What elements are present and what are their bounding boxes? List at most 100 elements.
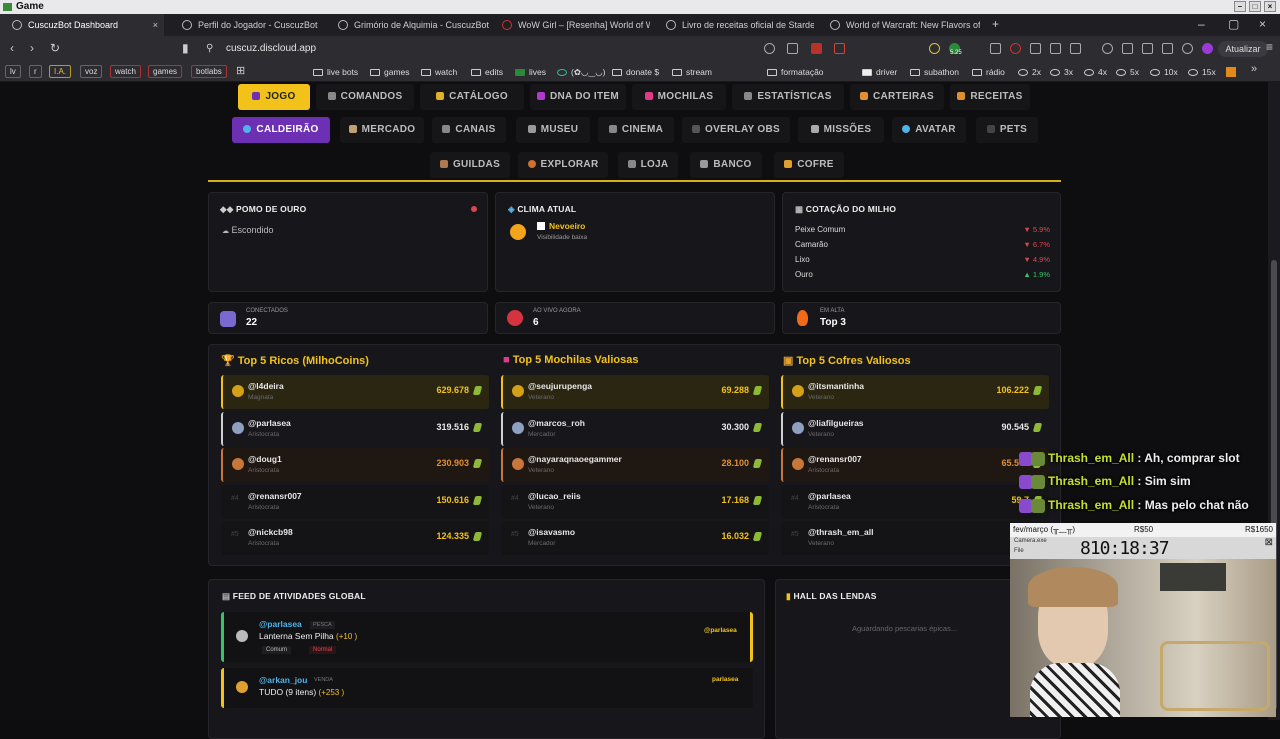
wallet-icon[interactable]: [1182, 43, 1193, 54]
profile-icon[interactable]: [1202, 43, 1213, 54]
bookmark-item[interactable]: live bots: [313, 65, 358, 79]
bookmark-chip[interactable]: games: [148, 65, 183, 78]
site-info-icon[interactable]: ⚲: [206, 43, 213, 54]
bookmark-item[interactable]: [1226, 67, 1236, 77]
bookmark-item[interactable]: subathon: [910, 65, 959, 79]
nav-banco[interactable]: BANCO: [690, 152, 762, 178]
nav-guildas[interactable]: GUILDAS: [430, 152, 510, 178]
extension-icon[interactable]: [1070, 43, 1081, 54]
bookmark-item[interactable]: 2x: [1018, 65, 1041, 79]
feed-item[interactable]: @parlasea PESCA Lanterna Sem Pilha (+10 …: [221, 612, 753, 662]
nav-receitas[interactable]: RECEITAS: [950, 84, 1030, 110]
leaderboard-row[interactable]: #5@thrash_em_allVeterano5: [781, 521, 1049, 555]
extension-icon[interactable]: [1030, 43, 1041, 54]
bookmark-item[interactable]: stream: [672, 65, 712, 79]
bookmark-item[interactable]: edits: [471, 65, 503, 79]
tab-grimorio[interactable]: Grimório de Alquimia - CuscuzBot: [326, 14, 491, 36]
bookmark-item[interactable]: games: [370, 65, 410, 79]
brave-shield-icon[interactable]: [811, 43, 822, 54]
feed-item[interactable]: @arkan_jou VENDA TUDO (9 itens) (+253 ) …: [221, 668, 753, 708]
tab-wow-flavors[interactable]: World of Warcraft: New Flavors of A: [818, 14, 980, 36]
bookmark-item[interactable]: watch: [421, 65, 457, 79]
apps-grid-icon[interactable]: ⊞: [236, 64, 245, 77]
bookmark-item[interactable]: 10x: [1150, 65, 1178, 79]
leaderboard-row[interactable]: @liafilgueiras Veterano 90.545: [781, 411, 1049, 446]
rewards-icon[interactable]: [834, 43, 845, 54]
nav-catalogo[interactable]: CATÁLOGO: [420, 84, 524, 110]
extension-icon[interactable]: [1162, 43, 1173, 54]
update-button[interactable]: Atualizar: [1218, 41, 1268, 57]
url-field[interactable]: cuscuz.discloud.app: [226, 43, 316, 54]
nav-estatisticas[interactable]: ESTATÍSTICAS: [732, 84, 844, 110]
nav-overlay-obs[interactable]: OVERLAY OBS: [682, 117, 790, 143]
nav-carteiras[interactable]: CARTEIRAS: [850, 84, 944, 110]
leaderboard-row[interactable]: @marcos_roh Mercador 30.300: [501, 411, 769, 446]
bookmark-chip[interactable]: r: [29, 65, 42, 78]
nav-jogo[interactable]: JOGO: [238, 84, 310, 110]
reload-icon[interactable]: ↻: [50, 41, 60, 55]
bookmark-item[interactable]: rádio: [972, 65, 1005, 79]
record-icon[interactable]: [1010, 43, 1021, 54]
maximize-icon[interactable]: □: [1249, 1, 1261, 12]
bookmark-item[interactable]: 3x: [1050, 65, 1073, 79]
extension-icon[interactable]: [990, 43, 1001, 54]
minimize-icon[interactable]: –: [1234, 1, 1246, 12]
bookmark-item[interactable]: donate $: [612, 65, 659, 79]
nav-dna-item[interactable]: DNA DO ITEM: [530, 84, 626, 110]
more-bookmarks-icon[interactable]: »: [1251, 63, 1257, 75]
leaderboard-row[interactable]: @doug1 Aristocrata 230.903: [221, 448, 489, 482]
nav-explorar[interactable]: EXPLORAR: [518, 152, 608, 178]
music-icon[interactable]: [1102, 43, 1113, 54]
nav-caldeirao[interactable]: CALDEIRÃO: [232, 117, 330, 143]
minimize-icon[interactable]: –: [1198, 17, 1205, 31]
bookmark-item[interactable]: formatação: [767, 65, 824, 79]
bookmark-item[interactable]: driver: [862, 65, 897, 79]
nav-mercado[interactable]: MERCADO: [340, 117, 424, 143]
nav-pets[interactable]: PETS: [976, 117, 1038, 143]
extension-icon[interactable]: [1050, 43, 1061, 54]
nav-comandos[interactable]: COMANDOS: [316, 84, 414, 110]
new-tab-icon[interactable]: +: [992, 17, 999, 31]
nav-canais[interactable]: CANAIS: [432, 117, 506, 143]
leaderboard-row[interactable]: #5 @isavasmo Mercador 16.032: [501, 521, 769, 555]
tab-wow-girl[interactable]: WoW Girl – [Resenha] World of Warc: [490, 14, 650, 36]
bookmark-item[interactable]: 5x: [1116, 65, 1139, 79]
leaderboard-row[interactable]: @renansr007 Aristocrata 65.500: [781, 448, 1049, 482]
close-icon[interactable]: ×: [1259, 17, 1266, 31]
back-icon[interactable]: ‹: [10, 41, 14, 55]
bookmark-item[interactable]: lives: [515, 65, 546, 79]
menu-icon[interactable]: ≡: [1266, 40, 1273, 54]
leaderboard-row[interactable]: #5 @nickcb98 Aristocrata 124.335: [221, 521, 489, 555]
close-icon[interactable]: ⊠: [1265, 537, 1273, 548]
bookmark-item[interactable]: 15x: [1188, 65, 1216, 79]
leaderboard-row[interactable]: @seujurupenga Veterano 69.288: [501, 375, 769, 409]
feed-user[interactable]: @parlasea: [259, 619, 302, 629]
nav-loja[interactable]: LOJA: [618, 152, 678, 178]
bookmark-chip[interactable]: lv: [5, 65, 21, 78]
camera-menu-file[interactable]: File: [1014, 548, 1024, 554]
sidebar-icon[interactable]: [1122, 43, 1133, 54]
forward-icon[interactable]: ›: [30, 41, 34, 55]
bookmark-chip[interactable]: voz: [80, 65, 103, 78]
leaderboard-row[interactable]: @itsmantinha Veterano 106.222: [781, 375, 1049, 409]
bookmark-item[interactable]: 4x: [1084, 65, 1107, 79]
feed-user[interactable]: @arkan_jou: [259, 675, 307, 685]
extension-icon[interactable]: [929, 43, 940, 54]
bookmark-chip[interactable]: I.A.: [49, 65, 72, 78]
bookmark-icon[interactable]: ▮: [182, 41, 189, 55]
nav-avatar[interactable]: AVATAR: [892, 117, 966, 143]
tab-stardew[interactable]: Livro de receitas oficial de Stardew V: [654, 14, 814, 36]
leaderboard-row[interactable]: #4 @lucao_reiis Veterano 17.168: [501, 484, 769, 519]
bookmark-chip[interactable]: watch: [110, 65, 141, 78]
leaderboard-row[interactable]: #4@parlaseaAristocrata59.7: [781, 484, 1049, 519]
tab-cuscuzbot-dashboard[interactable]: CuscuzBot Dashboard ×: [0, 14, 164, 36]
bookmark-item[interactable]: (✿◡‿◡): [557, 65, 605, 79]
nav-missoes[interactable]: MISSÕES: [798, 117, 884, 143]
zoom-icon[interactable]: [764, 43, 775, 54]
nav-cofre[interactable]: COFRE: [774, 152, 844, 178]
nav-cinema[interactable]: CINEMA: [598, 117, 674, 143]
tab-perfil-jogador[interactable]: Perfil do Jogador - CuscuzBot: [170, 14, 330, 36]
leaderboard-row[interactable]: @parlasea Aristocrata 319.516: [221, 411, 489, 446]
close-icon[interactable]: ×: [1264, 1, 1276, 12]
nav-mochilas[interactable]: MOCHILAS: [632, 84, 726, 110]
